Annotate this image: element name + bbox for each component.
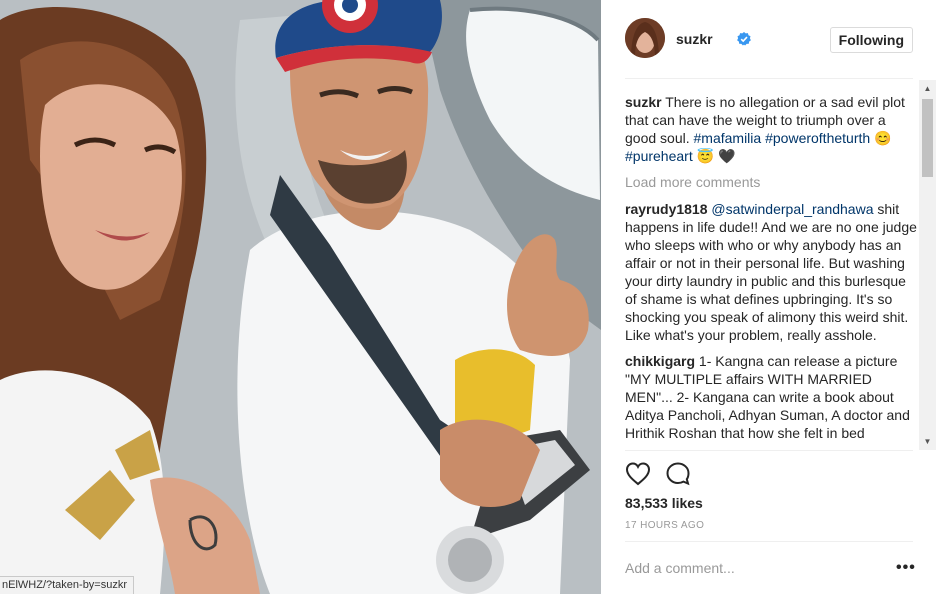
comment-bubble-icon[interactable] [665,461,691,487]
emoji: 😊 [874,130,892,146]
scrollbar-thumb[interactable] [922,99,933,177]
following-button[interactable]: Following [829,27,913,53]
mention-link[interactable]: @satwinderpal_randhawa [711,201,873,217]
comment-username[interactable]: suzkr [625,94,662,110]
post-photo[interactable]: nElWHZ/?taken-by=suzkr [0,0,601,594]
heart-outline-icon[interactable] [625,461,651,487]
photo-illustration [0,0,601,594]
comments-scrollbar[interactable]: ▲ ▼ [919,80,936,450]
avatar[interactable] [625,18,665,58]
browser-status-url: nElWHZ/?taken-by=suzkr [0,576,135,594]
username-link[interactable]: suzkr [676,31,713,47]
emoji: 🖤 [717,148,736,164]
list-item: rayrudy1818 @satwinderpal_randhawa shit … [625,200,917,344]
likes-count[interactable]: 83,533 likes [625,495,703,511]
hashtag-link[interactable]: #poweroftheturth [765,130,870,146]
add-comment-input[interactable] [625,556,875,580]
hashtag-link[interactable]: #mafamilia [694,130,762,146]
comments-divider [625,450,913,451]
scroll-up-arrow-icon[interactable]: ▲ [919,80,936,97]
header-divider [625,78,913,79]
verified-badge-icon [737,32,751,46]
more-options-button[interactable]: ••• [896,560,916,576]
add-comment-divider [625,541,913,542]
post-header: suzkr Following [625,18,913,60]
comments-list: suzkr There is no allegation or a sad ev… [625,93,917,450]
list-item: chikkigarg 1- Kangna can release a pictu… [625,352,917,442]
post-timestamp[interactable]: 17 HOURS AGO [625,520,704,531]
hashtag-link[interactable]: #pureheart [625,148,693,164]
comment-text: shit happens in life dude!! And we are n… [625,201,917,343]
load-more-comments-button[interactable]: Load more comments [625,173,917,191]
caption-comment: suzkr There is no allegation or a sad ev… [625,93,917,165]
avatar-image [625,18,665,58]
comment-username[interactable]: rayrudy1818 [625,201,708,217]
emoji: 😇 [696,148,715,164]
comment-username[interactable]: chikkigarg [625,353,695,369]
scroll-down-arrow-icon[interactable]: ▼ [919,433,936,450]
